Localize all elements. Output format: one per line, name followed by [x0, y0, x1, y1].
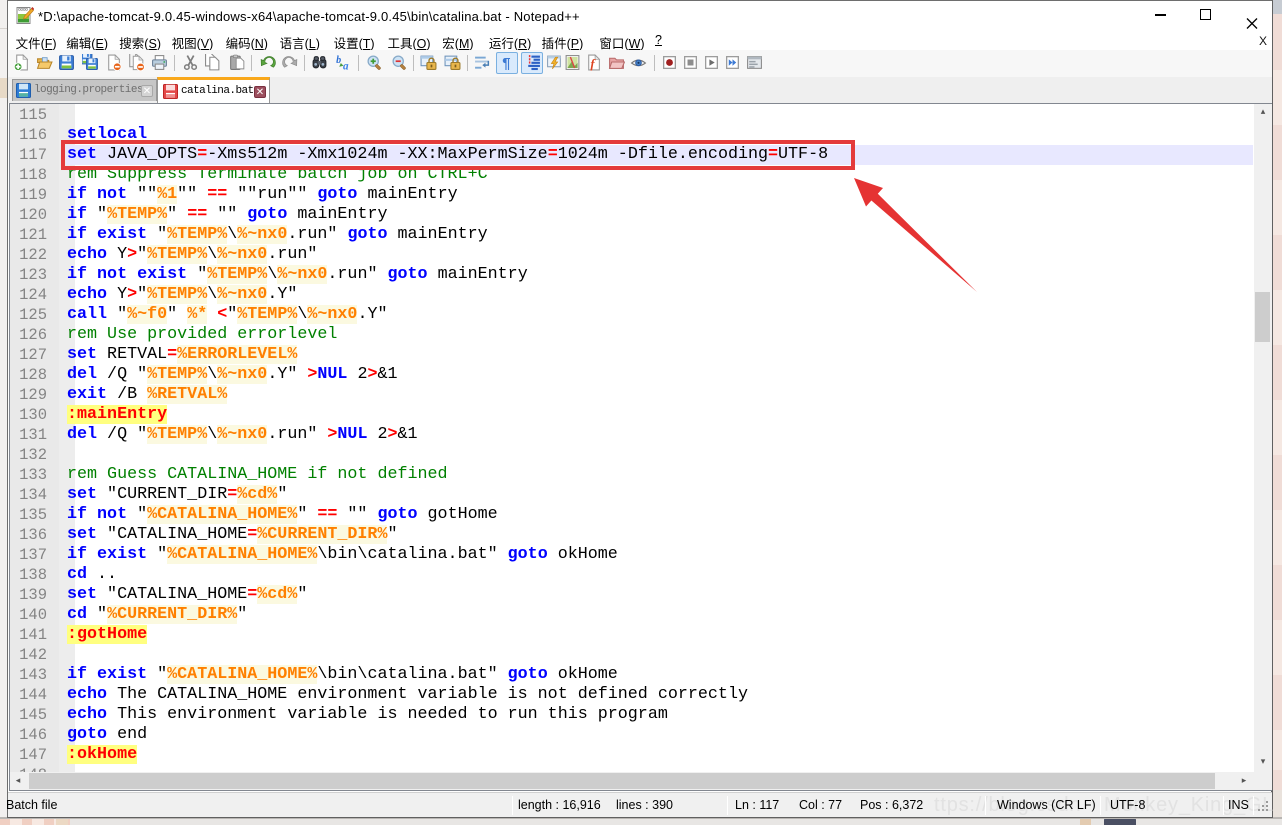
svg-text:a: a: [343, 60, 349, 71]
svg-text:¶: ¶: [502, 56, 510, 71]
